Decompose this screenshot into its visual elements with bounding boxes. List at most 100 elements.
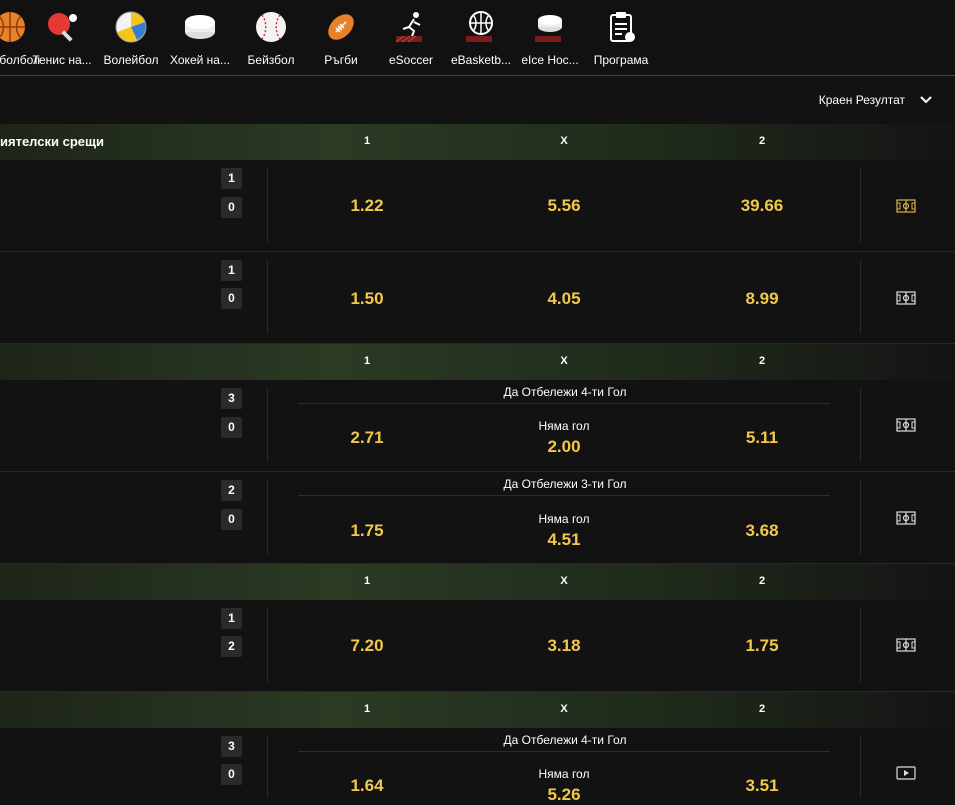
- score-home: 3: [221, 388, 242, 409]
- sport-volleyball[interactable]: Волейбол: [100, 0, 162, 76]
- field-icon[interactable]: [896, 418, 916, 432]
- odd-x[interactable]: 4.51: [514, 530, 614, 550]
- col-2-header: 2: [758, 575, 766, 587]
- divider: [298, 495, 830, 496]
- section-header: 1 X 2: [0, 564, 955, 600]
- odd-x[interactable]: 3.18: [514, 636, 614, 656]
- sport-rugby[interactable]: Ръгби: [310, 0, 372, 76]
- no-goal-label: Няма гол: [538, 419, 590, 433]
- score-away: 0: [221, 288, 242, 309]
- sport-program[interactable]: Програма: [590, 0, 652, 76]
- col-1-header: 1: [363, 575, 371, 587]
- odd-2[interactable]: 3.68: [712, 521, 812, 541]
- sport-ebasketball[interactable]: eBasketb...: [450, 0, 512, 76]
- field-icon[interactable]: [896, 638, 916, 652]
- odd-1[interactable]: 1.22: [317, 196, 417, 216]
- event-row: 3 0 Да Отбележи 4-ти Гол 1.64 Няма гол 5…: [0, 728, 955, 804]
- sport-esoccer[interactable]: eSoccer: [380, 0, 442, 76]
- divider: [860, 480, 861, 554]
- col-1-header: 1: [363, 703, 371, 715]
- special-market-title: Да Отбележи 4-ти Гол: [503, 385, 627, 399]
- section-title: иятелски срещи: [0, 134, 104, 149]
- odd-2[interactable]: 3.51: [712, 776, 812, 796]
- divider: [860, 260, 861, 334]
- section-header: 1 X 2: [0, 344, 955, 380]
- event-row: 1 0 1.50 4.05 8.99: [0, 252, 955, 344]
- divider: [267, 608, 268, 682]
- col-2-header: 2: [758, 135, 766, 147]
- event-row: 3 0 Да Отбележи 4-ти Гол 2.71 Няма гол 2…: [0, 380, 955, 472]
- sport-label: Програма: [593, 53, 649, 67]
- score-home: 2: [221, 480, 242, 501]
- divider: [298, 751, 830, 752]
- odd-1[interactable]: 2.71: [317, 428, 417, 448]
- table-tennis-icon: [48, 13, 77, 42]
- field-icon[interactable]: [896, 511, 916, 525]
- field-icon[interactable]: [896, 291, 916, 305]
- col-x-header: X: [560, 703, 568, 715]
- sport-label: Хокей на...: [170, 53, 230, 67]
- program-clipboard-icon: [610, 12, 635, 42]
- col-x-header: X: [560, 135, 568, 147]
- odd-2[interactable]: 39.66: [712, 196, 812, 216]
- divider: [860, 608, 861, 682]
- esoccer-icon: [395, 12, 422, 43]
- divider: [298, 403, 830, 404]
- col-1-header: 1: [363, 135, 371, 147]
- col-2-header: 2: [758, 355, 766, 367]
- sport-ice-hockey[interactable]: Хокей на...: [168, 0, 232, 76]
- divider: [860, 736, 861, 797]
- sport-label: Тенис на...: [32, 53, 92, 67]
- odd-1[interactable]: 7.20: [317, 636, 417, 656]
- odd-1[interactable]: 1.64: [317, 776, 417, 796]
- special-market-title: Да Отбележи 3-ти Гол: [503, 477, 627, 491]
- section-header: иятелски срещи 1 X 2: [0, 124, 955, 160]
- rugby-ball-icon: [328, 14, 354, 40]
- volleyball-icon: [115, 11, 147, 43]
- ebasketball-icon: [466, 11, 493, 42]
- divider: [267, 168, 268, 242]
- odd-x[interactable]: 2.00: [514, 437, 614, 457]
- divider: [860, 388, 861, 462]
- divider: [267, 388, 268, 462]
- odd-2[interactable]: 8.99: [712, 289, 812, 309]
- score-away: 0: [221, 764, 242, 785]
- sport-baseball[interactable]: Бейзбол: [240, 0, 302, 76]
- score-away: 0: [221, 509, 242, 530]
- sport-eice-hockey[interactable]: eIce Hoc...: [518, 0, 582, 76]
- hockey-puck-icon: [185, 15, 215, 39]
- field-icon[interactable]: [896, 199, 916, 213]
- odd-2[interactable]: 1.75: [712, 636, 812, 656]
- odd-x[interactable]: 4.05: [514, 289, 614, 309]
- col-x-header: X: [560, 575, 568, 587]
- odd-1[interactable]: 1.50: [317, 289, 417, 309]
- sport-label: Ръгби: [324, 53, 358, 67]
- market-select[interactable]: Краен Резултат: [819, 93, 905, 107]
- odd-1[interactable]: 1.75: [317, 521, 417, 541]
- divider: [267, 736, 268, 797]
- chevron-down-icon[interactable]: [919, 93, 933, 107]
- sport-table-tennis[interactable]: Тенис на...: [30, 0, 94, 76]
- col-x-header: X: [560, 355, 568, 367]
- score-away: 0: [221, 197, 242, 218]
- odd-x[interactable]: 5.26: [514, 785, 614, 805]
- score-home: 1: [221, 168, 242, 189]
- video-play-icon[interactable]: [896, 766, 916, 780]
- score-away: 2: [221, 636, 242, 657]
- sport-label: eIce Hoc...: [521, 53, 579, 67]
- divider: [267, 480, 268, 554]
- event-row: 1 2 7.20 3.18 1.75: [0, 600, 955, 692]
- odd-2[interactable]: 5.11: [712, 428, 812, 448]
- baseball-icon: [256, 12, 286, 42]
- sport-label: Волейбол: [103, 53, 159, 67]
- score-home: 1: [221, 260, 242, 281]
- eice-hockey-icon: [535, 15, 562, 42]
- event-row: 1 0 1.22 5.56 39.66: [0, 160, 955, 252]
- score-home: 1: [221, 608, 242, 629]
- no-goal-label: Няма гол: [538, 512, 590, 526]
- odd-x[interactable]: 5.56: [514, 196, 614, 216]
- basketball-icon: [0, 12, 25, 42]
- score-away: 0: [221, 417, 242, 438]
- market-bar: Краен Резултат: [0, 77, 955, 125]
- sport-label: eBasketb...: [450, 53, 512, 67]
